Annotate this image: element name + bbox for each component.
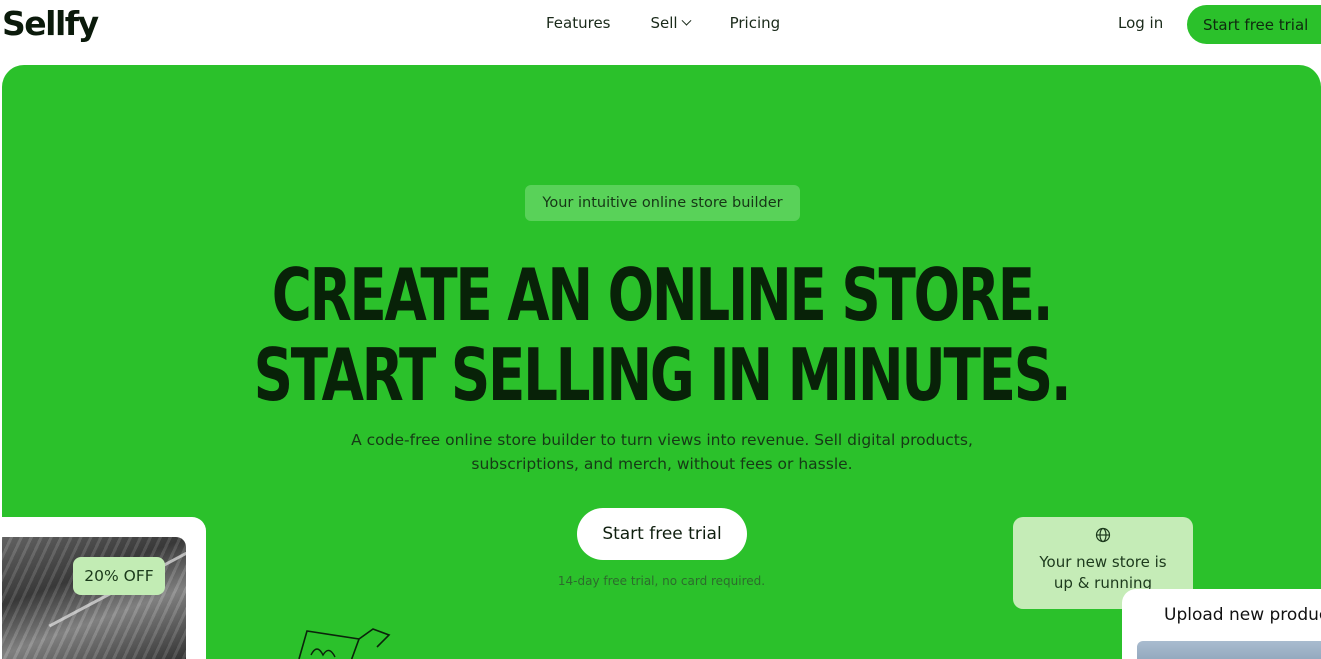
headline-line-2: START SELLING IN MINUTES. bbox=[253, 333, 1072, 417]
globe-icon bbox=[1095, 527, 1111, 543]
hero-subtitle: A code-free online store builder to turn… bbox=[351, 431, 973, 473]
chevron-down-icon bbox=[681, 15, 692, 26]
product-preview-card: 20% OFF bbox=[2, 517, 206, 659]
nav-link-label: Sell bbox=[650, 14, 678, 32]
nav-link-pricing[interactable]: Pricing bbox=[730, 14, 781, 32]
doodle-sketch-icon bbox=[298, 628, 391, 659]
hero-headline: CREATE AN ONLINE STORE. START SELLING IN… bbox=[2, 255, 1321, 415]
nav-link-features[interactable]: Features bbox=[546, 14, 611, 32]
nav-links: Features Sell Pricing bbox=[546, 14, 820, 32]
upload-thumbnail bbox=[1137, 641, 1321, 659]
start-free-trial-nav-button[interactable]: Start free trial bbox=[1187, 5, 1321, 44]
upload-card-title: Upload new product bbox=[1164, 605, 1321, 625]
nav-link-label: Features bbox=[546, 14, 611, 32]
discount-badge: 20% OFF bbox=[73, 557, 165, 595]
top-navigation: Sellfy Features Sell Pricing Log in Star… bbox=[0, 0, 1321, 56]
sellfy-logo[interactable]: Sellfy bbox=[2, 4, 99, 43]
hero-tagline-pill: Your intuitive online store builder bbox=[525, 185, 800, 221]
start-free-trial-hero-button[interactable]: Start free trial bbox=[577, 508, 747, 560]
toast-text: Your new store is up & running bbox=[1039, 553, 1167, 592]
headline-line-1: CREATE AN ONLINE STORE. bbox=[271, 253, 1054, 337]
nav-link-label: Pricing bbox=[729, 14, 781, 32]
login-link[interactable]: Log in bbox=[1118, 14, 1163, 32]
upload-product-card: Upload new product bbox=[1122, 589, 1321, 659]
hero-section: Your intuitive online store builder CREA… bbox=[2, 65, 1321, 659]
nav-link-sell[interactable]: Sell bbox=[650, 14, 692, 32]
product-photo bbox=[2, 537, 186, 659]
